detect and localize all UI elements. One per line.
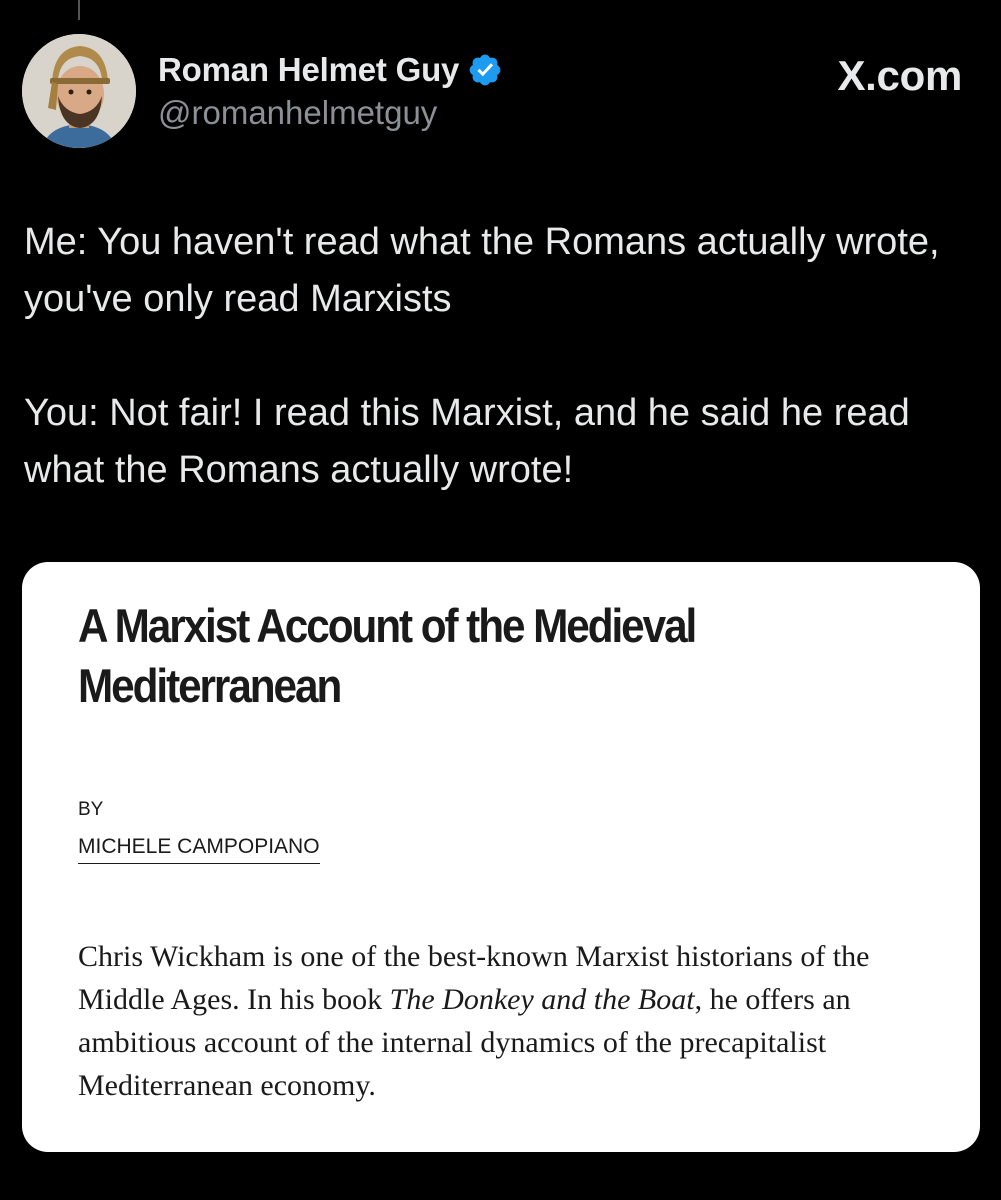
avatar-photo-icon (22, 34, 136, 148)
handle[interactable]: @romanhelmetguy (158, 94, 503, 132)
verified-badge-icon (467, 52, 503, 88)
byline-label: BY (78, 799, 104, 820)
name-row: Roman Helmet Guy (158, 48, 503, 92)
tweet-header: Roman Helmet Guy @romanhelmetguy X.com (22, 34, 980, 150)
article-body: Chris Wickham is one of the best-known M… (78, 935, 938, 1107)
article-card[interactable]: A Marxist Account of the Medieval Medite… (22, 562, 980, 1152)
article-book-title: The Donkey and the Boat (389, 983, 695, 1016)
site-label: X.com (837, 52, 962, 99)
tweet-paragraph: You: Not fair! I read this Marxist, and … (24, 392, 910, 491)
top-divider-tick (78, 0, 80, 20)
article-author-link[interactable]: MICHELE CAMPOPIANO (78, 835, 320, 864)
author-block: Roman Helmet Guy @romanhelmetguy (158, 48, 503, 132)
display-name[interactable]: Roman Helmet Guy (158, 51, 459, 89)
avatar[interactable] (22, 34, 136, 148)
article-title[interactable]: A Marxist Account of the Medieval Medite… (78, 596, 852, 716)
tweet-paragraph: Me: You haven't read what the Romans act… (24, 221, 940, 320)
tweet-text: Me: You haven't read what the Romans act… (24, 214, 979, 499)
